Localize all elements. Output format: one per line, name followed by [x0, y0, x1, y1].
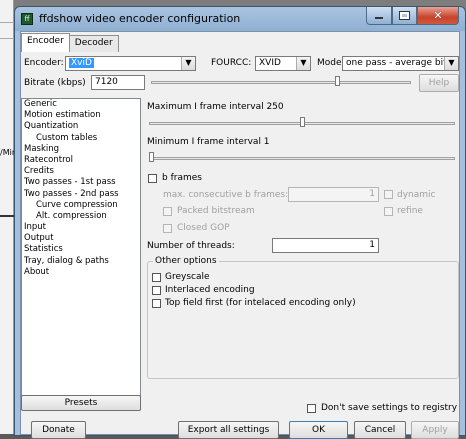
greyscale-checkbox[interactable] — [152, 273, 161, 282]
cancel-button[interactable]: Cancel — [354, 421, 406, 439]
close-icon: ✕ — [433, 9, 443, 22]
dialog-client-area: Encoder Decoder Encoder: XviD ▼ FOURCC: … — [20, 31, 461, 439]
background-text: /Mir — [0, 148, 14, 157]
mode-value: one pass - average bitrate — [346, 58, 446, 68]
greyscale-label: Greyscale — [165, 272, 210, 282]
export-all-settings-button[interactable]: Export all settings — [178, 421, 279, 439]
background-divider — [0, 38, 14, 39]
tab-decoder[interactable]: Decoder — [68, 35, 119, 52]
other-options-title: Other options — [153, 256, 219, 266]
packed-bitstream-checkbox[interactable] — [163, 207, 172, 216]
threads-input[interactable]: 1 — [272, 238, 379, 253]
nav-item[interactable]: Curve compression — [22, 200, 140, 211]
bitrate-input[interactable]: 7120 — [91, 75, 145, 90]
dont-save-checkbox[interactable] — [307, 404, 316, 413]
minimize-button[interactable] — [366, 7, 392, 25]
maximize-icon — [399, 11, 410, 20]
window-controls: ✕ — [366, 7, 459, 25]
fourcc-label: FOURCC: — [211, 58, 252, 68]
packed-bitstream-label: Packed bitstream — [177, 206, 255, 216]
dynamic-checkbox[interactable] — [384, 190, 393, 199]
top-field-first-label: Top field first (for intelaced encoding … — [165, 298, 356, 308]
nav-item[interactable]: Two passes - 2nd pass — [22, 189, 140, 200]
nav-item[interactable]: About — [22, 267, 140, 278]
nav-item[interactable]: Credits — [22, 166, 140, 177]
ok-button[interactable]: OK — [289, 421, 348, 439]
dynamic-label: dynamic — [397, 190, 436, 200]
nav-item[interactable]: Tray, dialog & paths — [22, 256, 140, 267]
bitrate-slider-track[interactable] — [151, 81, 411, 84]
mode-select[interactable]: one pass - average bitrate ▼ — [342, 56, 459, 71]
dont-save-label: Don't save settings to registry — [321, 403, 458, 413]
encoder-label: Encoder: — [24, 58, 64, 68]
encoder-value: XviD — [69, 58, 94, 68]
title-bar[interactable]: ff ffdshow video encoder configuration ✕ — [15, 7, 465, 31]
interlaced-label: Interlaced encoding — [165, 285, 255, 295]
nav-item[interactable]: Generic — [22, 99, 140, 110]
bitrate-label: Bitrate (kbps) — [24, 78, 86, 88]
window-title: ffdshow video encoder configuration — [39, 12, 241, 25]
encoder-select[interactable]: XviD ▼ — [65, 56, 196, 71]
mode-label: Mode: — [317, 58, 345, 68]
chevron-down-icon: ▼ — [181, 57, 195, 70]
generic-settings-pane: Maximum I frame interval 250 Minimum I f… — [147, 98, 461, 410]
refine-checkbox[interactable] — [384, 207, 393, 216]
background-divider — [0, 22, 14, 23]
min-i-frame-slider-track[interactable] — [149, 157, 455, 160]
nav-item[interactable]: Output — [22, 233, 140, 244]
nav-item[interactable]: Input — [22, 222, 140, 233]
close-button[interactable]: ✕ — [417, 7, 459, 25]
closed-gop-checkbox[interactable] — [163, 224, 172, 233]
ffdshow-app-icon: ff — [21, 13, 33, 25]
fourcc-value: XVID — [259, 58, 281, 68]
background-divider — [0, 215, 14, 217]
refine-label: refine — [397, 206, 423, 216]
nav-item[interactable]: Ratecontrol — [22, 155, 140, 166]
nav-item[interactable]: Custom tables — [22, 133, 140, 144]
donate-button[interactable]: Donate — [31, 421, 86, 439]
ffdshow-config-window: ff ffdshow video encoder configuration ✕… — [14, 6, 466, 439]
chevron-down-icon: ▼ — [296, 57, 310, 70]
max-i-frame-label: Maximum I frame interval 250 — [147, 102, 284, 112]
min-i-frame-slider-thumb[interactable] — [149, 152, 154, 162]
nav-item[interactable]: Statistics — [22, 244, 140, 255]
min-i-frame-label: Minimum I frame interval 1 — [147, 137, 270, 147]
help-button[interactable]: Help — [419, 74, 459, 92]
top-field-first-checkbox[interactable] — [152, 299, 161, 308]
nav-item[interactable]: Alt. compression — [22, 211, 140, 222]
presets-button[interactable]: Presets — [21, 395, 141, 411]
background-panel: /Mir — [0, 0, 14, 434]
maximize-button[interactable] — [392, 7, 417, 25]
apply-button[interactable]: Apply — [411, 421, 459, 439]
nav-item[interactable]: Two passes - 1st pass — [22, 177, 140, 188]
nav-item[interactable]: Quantization — [22, 121, 140, 132]
minimize-icon — [375, 17, 383, 19]
nav-item[interactable]: Masking — [22, 144, 140, 155]
max-consecutive-b-frames-label: max. consecutive b frames: — [163, 190, 289, 200]
tab-strip: Encoder Decoder — [21, 33, 119, 53]
fourcc-select[interactable]: XVID ▼ — [255, 56, 311, 71]
nav-item[interactable]: Motion estimation — [22, 110, 140, 121]
bitrate-slider-thumb[interactable] — [334, 76, 340, 86]
closed-gop-label: Closed GOP — [177, 223, 230, 233]
settings-page-list[interactable]: Generic Motion estimation Quantization Cust… — [21, 98, 141, 410]
b-frames-label: b frames — [162, 173, 202, 183]
b-frames-checkbox[interactable] — [148, 174, 157, 183]
max-consecutive-b-frames-input[interactable]: 1 — [288, 187, 379, 202]
threads-label: Number of threads: — [147, 241, 235, 251]
max-i-frame-slider-thumb[interactable] — [299, 117, 305, 127]
tab-encoder[interactable]: Encoder — [21, 33, 70, 52]
interlaced-checkbox[interactable] — [152, 286, 161, 295]
other-options-group: Other options Greyscale Interlaced encod… — [147, 256, 459, 379]
chevron-down-icon: ▼ — [444, 57, 458, 70]
